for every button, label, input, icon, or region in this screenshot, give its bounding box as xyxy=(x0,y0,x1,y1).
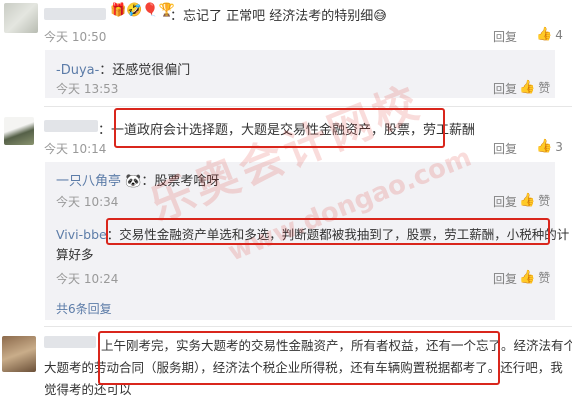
like-count: 3 xyxy=(555,139,563,154)
like-button[interactable]: 👍 3 xyxy=(536,139,563,154)
username-blurred[interactable] xyxy=(44,336,96,348)
reply-time: 今天 10:34 xyxy=(56,195,119,209)
like-count: 4 xyxy=(555,27,563,42)
reply-label: 回复 xyxy=(493,142,518,156)
thumbs-up-icon: 👍 xyxy=(519,193,536,208)
thumbs-up-icon: 👍 xyxy=(536,139,553,154)
comment-time: 今天 10:14 xyxy=(44,142,107,156)
like-label: 赞 xyxy=(538,271,551,285)
reply-username[interactable]: -Duya- xyxy=(56,63,99,78)
like-button[interactable]: 👍 赞 xyxy=(519,79,550,96)
reply-button[interactable]: 回复 xyxy=(493,80,517,97)
reply-button[interactable]: 回复 xyxy=(493,140,517,157)
reply-label: 回复 xyxy=(493,82,518,96)
reply-text-line: -Duya-：还感觉很偏门 xyxy=(56,59,190,78)
username-blurred[interactable] xyxy=(44,120,98,132)
reply-username[interactable]: Vivi-bbe xyxy=(56,227,107,242)
comment-text: ：忘记了 正常吧 经济法考的特别细😅 xyxy=(170,9,387,24)
like-label: 赞 xyxy=(538,81,551,95)
reply-text-continued: 算好多 xyxy=(56,247,94,262)
thumbs-up-icon: 👍 xyxy=(536,27,553,42)
like-button[interactable]: 👍 赞 xyxy=(519,192,550,209)
reply-label: 回复 xyxy=(493,30,518,44)
reply-time: 今天 13:53 xyxy=(56,82,119,96)
like-label: 赞 xyxy=(538,194,551,208)
username-blurred[interactable] xyxy=(44,8,106,20)
thumbs-up-icon: 👍 xyxy=(519,270,536,285)
reply-time: 今天 10:24 xyxy=(56,272,119,286)
like-button[interactable]: 👍 4 xyxy=(536,27,563,42)
reply-username[interactable]: 一只八角亭 xyxy=(56,174,121,189)
more-replies-link[interactable]: 共6条回复 xyxy=(56,300,112,317)
reply-label: 回复 xyxy=(493,195,518,209)
highlight-box xyxy=(98,331,500,385)
reply-button[interactable]: 回复 xyxy=(493,28,517,45)
divider xyxy=(44,326,572,327)
comment-emojis: 🎁🤣🎈🏆 xyxy=(110,3,175,18)
comment-time: 今天 10:50 xyxy=(44,30,107,44)
avatar[interactable] xyxy=(4,3,38,33)
thumbs-up-icon: 👍 xyxy=(519,80,536,95)
avatar[interactable] xyxy=(4,117,34,145)
avatar[interactable] xyxy=(2,336,36,372)
reply-button[interactable]: 回复 xyxy=(493,193,517,210)
reply-button[interactable]: 回复 xyxy=(493,270,517,287)
reply-label: 回复 xyxy=(493,272,518,286)
like-button[interactable]: 👍 赞 xyxy=(519,269,550,286)
reply-thread: -Duya-：还感觉很偏门 今天 13:53 回复 👍 赞 xyxy=(45,50,555,98)
reply-text: ：还感觉很偏门 xyxy=(99,63,191,78)
